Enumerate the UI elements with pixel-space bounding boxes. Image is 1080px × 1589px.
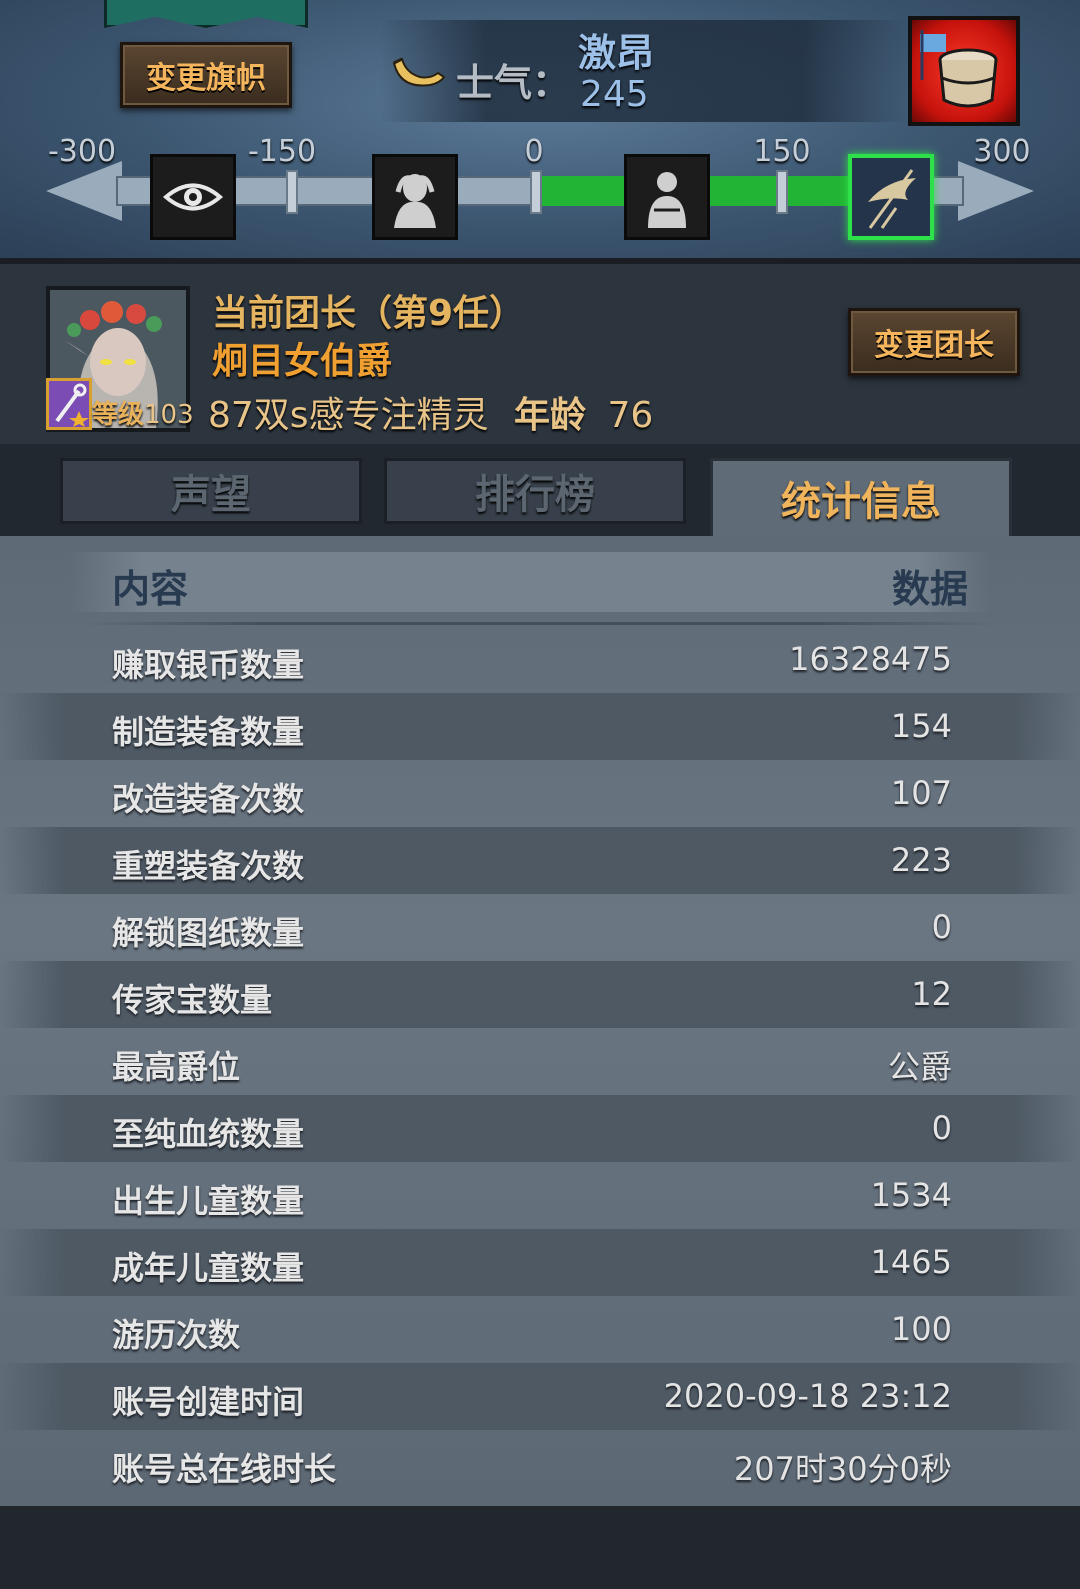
stat-value: 1465 — [870, 1243, 952, 1281]
calm-icon[interactable] — [624, 154, 710, 240]
stat-value: 公爵 — [887, 1048, 952, 1086]
class-wand-icon — [46, 378, 92, 430]
stats-row: 成年儿童数量 1465 — [0, 1229, 1080, 1296]
stat-name: 传家宝数量 — [112, 981, 273, 1019]
level-label: 等级 — [92, 400, 145, 430]
stats-row: 传家宝数量 12 — [0, 961, 1080, 1028]
banner-charge-icon[interactable] — [848, 154, 934, 240]
leader-description: 87双s感专注精灵 年龄 76 — [208, 386, 653, 438]
stats-row: 账号总在线时长 207时30分0秒 — [0, 1430, 1080, 1497]
age-label: 年龄 — [514, 395, 587, 436]
horn-icon — [392, 57, 446, 87]
stats-row: 赚取银币数量 16328475 — [0, 626, 1080, 693]
stat-value: 0 — [931, 908, 952, 946]
header-divider — [80, 622, 1000, 625]
calm-glyph — [648, 172, 686, 228]
stat-value: 154 — [890, 707, 952, 745]
stats-row: 至纯血统数量 0 — [0, 1095, 1080, 1162]
class-wand-glyph — [55, 383, 89, 427]
stats-row: 改造装备次数 107 — [0, 760, 1080, 827]
leader-name: 炯目女伯爵 — [212, 341, 393, 382]
bottom-bar — [0, 1506, 1080, 1589]
scale-label: -150 — [247, 134, 317, 169]
scale-tick — [776, 170, 788, 214]
tab-reputation[interactable]: 声望 — [60, 458, 362, 524]
stat-value: 2020-09-18 23:12 — [663, 1377, 952, 1415]
stat-value: 12 — [911, 975, 952, 1013]
scale-label: 150 — [753, 134, 811, 169]
banner-charge-glyph — [868, 169, 916, 229]
leader-level: 等级103 — [92, 394, 194, 431]
stat-name: 改造装备次数 — [112, 780, 305, 818]
scale-tick — [286, 170, 298, 214]
stat-value: 207时30分0秒 — [733, 1450, 952, 1488]
stat-name: 制造装备数量 — [112, 713, 305, 751]
stat-name: 成年儿童数量 — [112, 1249, 305, 1287]
scale-tick — [530, 170, 542, 214]
scale-label: 0 — [524, 134, 544, 169]
age-value: 76 — [607, 395, 654, 436]
morale-arrow-right — [958, 161, 1034, 221]
stats-row: 游历次数 100 — [0, 1296, 1080, 1363]
stat-name: 账号创建时间 — [112, 1383, 305, 1421]
stats-row: 出生儿童数量 1534 — [0, 1162, 1080, 1229]
header-data: 数据 — [891, 567, 968, 611]
tab-statistics[interactable]: 统计信息 — [710, 458, 1012, 542]
drum-icon[interactable] — [908, 16, 1020, 126]
stats-row: 制造装备数量 154 — [0, 693, 1080, 760]
morale-arrow-left — [46, 161, 122, 221]
level-value: 103 — [144, 400, 194, 430]
change-leader-button[interactable]: 变更团长 — [848, 308, 1020, 376]
stat-name: 出生儿童数量 — [112, 1182, 305, 1220]
stat-name: 赚取银币数量 — [112, 646, 305, 684]
stat-value: 0 — [931, 1109, 952, 1147]
stat-value: 16328475 — [789, 640, 952, 678]
stat-name: 最高爵位 — [112, 1048, 241, 1086]
stat-value: 107 — [890, 774, 952, 812]
drum-graphic — [920, 30, 998, 108]
despair-glyph — [394, 174, 436, 228]
eye-icon[interactable] — [150, 154, 236, 240]
eye-glyph — [162, 183, 224, 211]
scale-label: 300 — [973, 134, 1031, 169]
leader-title: 当前团长（第9任） — [212, 293, 526, 334]
stats-row: 最高爵位 公爵 — [0, 1028, 1080, 1095]
stat-value: 100 — [890, 1310, 952, 1348]
despair-icon[interactable] — [372, 154, 458, 240]
morale-status: 激昂 — [578, 31, 655, 75]
stats-row: 解锁图纸数量 0 — [0, 894, 1080, 961]
scale-label: -300 — [47, 134, 117, 169]
header-content: 内容 — [112, 567, 189, 611]
tab-leaderboard[interactable]: 排行榜 — [384, 458, 686, 524]
morale-value: 245 — [580, 74, 649, 115]
stat-name: 重塑装备次数 — [112, 847, 305, 885]
stat-name: 游历次数 — [112, 1316, 241, 1354]
morale-label: 士气： — [456, 61, 571, 105]
stats-header — [70, 552, 990, 612]
stats-row: 账号创建时间 2020-09-18 23:12 — [0, 1363, 1080, 1430]
stat-name: 至纯血统数量 — [112, 1115, 305, 1153]
change-flag-button[interactable]: 变更旗帜 — [120, 42, 292, 108]
stat-name: 账号总在线时长 — [112, 1450, 337, 1488]
stat-value: 223 — [890, 841, 952, 879]
stat-name: 解锁图纸数量 — [112, 914, 305, 952]
stat-value: 1534 — [870, 1176, 952, 1214]
leader-traits: 87双s感专注精灵 — [208, 395, 489, 436]
stats-row: 重塑装备次数 223 — [0, 827, 1080, 894]
